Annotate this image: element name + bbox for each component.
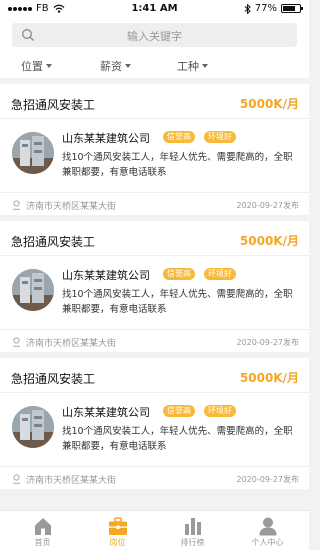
- filter-job-type[interactable]: 工种: [177, 58, 208, 74]
- job-title: 急招通风安装工: [11, 235, 96, 249]
- tab-ranking[interactable]: 排行榜: [154, 511, 231, 550]
- job-location: 济南市天桥区某某大街: [26, 476, 117, 486]
- tag-badge: 环境好: [204, 131, 236, 143]
- job-card[interactable]: 急招通风安装工 5000K/月 山东某某建筑公司 信誉高 环境好 找10个通风安…: [0, 358, 309, 489]
- post-date: 2020-09-27发布: [236, 475, 300, 484]
- tag-badge: 信誉高: [163, 268, 195, 280]
- job-card-footer: 济南市天桥区某某大街 2020-09-27发布: [0, 466, 309, 489]
- company-logo: [12, 132, 54, 174]
- user-icon: [259, 517, 276, 536]
- status-right: 77%: [244, 3, 303, 14]
- filter-salary[interactable]: 薪资: [100, 58, 131, 74]
- job-card-header: 急招通风安装工 5000K/月: [0, 358, 309, 393]
- job-card-footer: 济南市天桥区某某大街 2020-09-27发布: [0, 192, 309, 215]
- tab-home[interactable]: 首页: [4, 511, 81, 550]
- job-title: 急招通风安装工: [11, 372, 96, 386]
- filter-bar: 位置 薪资 工种: [0, 53, 309, 77]
- tab-label: 岗位: [109, 538, 126, 547]
- company-name: 山东某某建筑公司: [62, 132, 150, 145]
- job-card-header: 急招通风安装工 5000K/月: [0, 84, 309, 119]
- post-date: 2020-09-27发布: [236, 338, 300, 347]
- tag-badge: 环境好: [204, 268, 236, 280]
- job-location: 济南市天桥区某某大街: [26, 202, 117, 212]
- bluetooth-icon: [244, 3, 251, 14]
- location-icon: [13, 337, 20, 347]
- job-description: 找10个通风安装工人，年轻人优先、需要爬高的，全职兼职都要，有意电话联系: [62, 152, 293, 178]
- search-placeholder: 输入关键字: [127, 30, 182, 43]
- home-icon: [34, 518, 51, 535]
- battery-icon: [281, 4, 303, 13]
- caret-down-icon: [125, 64, 131, 68]
- company-name: 山东某某建筑公司: [62, 269, 150, 282]
- status-bar: FB 1:41 AM 77%: [0, 0, 309, 18]
- filter-label: 工种: [177, 60, 199, 73]
- job-salary: 5000K/月: [239, 234, 299, 248]
- company-logo: [12, 406, 54, 448]
- tab-profile[interactable]: 个人中心: [229, 511, 306, 550]
- tab-label: 个人中心: [251, 538, 284, 547]
- job-card[interactable]: 急招通风安装工 5000K/月 山东某某建筑公司 信誉高 环境好 找10个通风安…: [0, 221, 309, 352]
- tag-badge: 信誉高: [163, 131, 195, 143]
- job-location: 济南市天桥区某某大街: [26, 339, 117, 349]
- job-description: 找10个通风安装工人，年轻人优先、需要爬高的，全职兼职都要，有意电话联系: [62, 289, 293, 315]
- bar-chart-icon: [184, 518, 201, 535]
- search-input[interactable]: 输入关键字: [12, 23, 297, 47]
- caret-down-icon: [46, 64, 52, 68]
- tab-jobs[interactable]: 岗位: [79, 511, 156, 550]
- job-title: 急招通风安装工: [11, 98, 96, 112]
- tab-label: 排行榜: [180, 538, 205, 547]
- tab-label: 首页: [34, 538, 51, 547]
- post-date: 2020-09-27发布: [236, 201, 300, 210]
- top-bar: 输入关键字 位置 薪资 工种: [0, 18, 309, 78]
- company-logo: [12, 269, 54, 311]
- job-description: 找10个通风安装工人，年轻人优先、需要爬高的，全职兼职都要，有意电话联系: [62, 426, 293, 452]
- filter-location[interactable]: 位置: [21, 58, 52, 74]
- caret-down-icon: [202, 64, 208, 68]
- filter-label: 薪资: [100, 60, 122, 73]
- job-card[interactable]: 急招通风安装工 5000K/月 山东某某建筑公司 信誉高 环境好 找10个通风安…: [0, 84, 309, 215]
- battery-percent: 77%: [254, 3, 277, 14]
- location-icon: [13, 474, 20, 484]
- briefcase-icon: [108, 517, 127, 535]
- company-name: 山东某某建筑公司: [62, 406, 150, 419]
- location-icon: [13, 200, 20, 210]
- job-salary: 5000K/月: [239, 97, 299, 111]
- job-card-header: 急招通风安装工 5000K/月: [0, 221, 309, 256]
- tag-badge: 信誉高: [163, 405, 195, 417]
- bottom-tab-bar: 首页 岗位 排行榜 个人中心: [0, 510, 309, 550]
- job-salary: 5000K/月: [239, 371, 299, 385]
- filter-label: 位置: [21, 60, 43, 73]
- tag-badge: 环境好: [204, 405, 236, 417]
- job-card-footer: 济南市天桥区某某大街 2020-09-27发布: [0, 329, 309, 352]
